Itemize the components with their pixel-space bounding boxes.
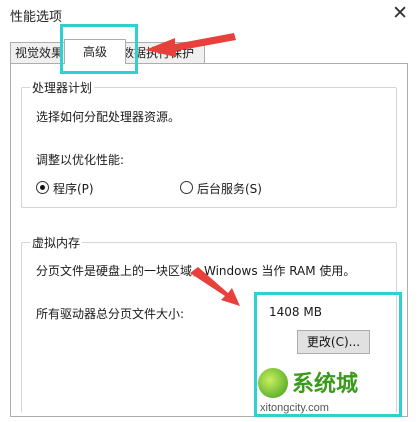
programs-radio[interactable] xyxy=(36,181,49,194)
watermark-url: xitongcity.com xyxy=(260,402,329,414)
tab-strip: 视觉效果 高级 数据执行保护 xyxy=(0,39,418,64)
background-services-radio-label[interactable]: 后台服务(S) xyxy=(197,180,262,197)
processor-description: 选择如何分配处理器资源。 xyxy=(36,110,181,124)
watermark: 系统城 xitongcity.com xyxy=(252,360,402,420)
programs-radio-label[interactable]: 程序(P) xyxy=(53,180,94,197)
total-paging-size-label: 所有驱动器总分页文件大小: xyxy=(36,307,185,321)
change-button[interactable]: 更改(C)... xyxy=(297,330,370,354)
paging-file-description: 分页文件是硬盘上的一块区域，Windows 当作 RAM 使用。 xyxy=(36,264,356,278)
window-title: 性能选项 xyxy=(10,10,63,25)
watermark-logo-icon xyxy=(258,368,288,398)
title-bar: 性能选项 ✕ xyxy=(0,0,418,28)
adjust-performance-label: 调整以优化性能: xyxy=(36,153,125,167)
watermark-name: 系统城 xyxy=(292,372,359,397)
close-icon[interactable]: ✕ xyxy=(392,2,408,24)
tab-advanced[interactable]: 高级 xyxy=(64,39,126,64)
virtual-memory-group-title: 虚拟内存 xyxy=(30,234,83,251)
total-paging-size-value: 1408 MB xyxy=(269,305,322,319)
tab-data-execution-prevention[interactable]: 数据执行保护 xyxy=(117,42,205,63)
background-services-radio[interactable] xyxy=(180,181,193,194)
processor-group-title: 处理器计划 xyxy=(30,79,95,96)
